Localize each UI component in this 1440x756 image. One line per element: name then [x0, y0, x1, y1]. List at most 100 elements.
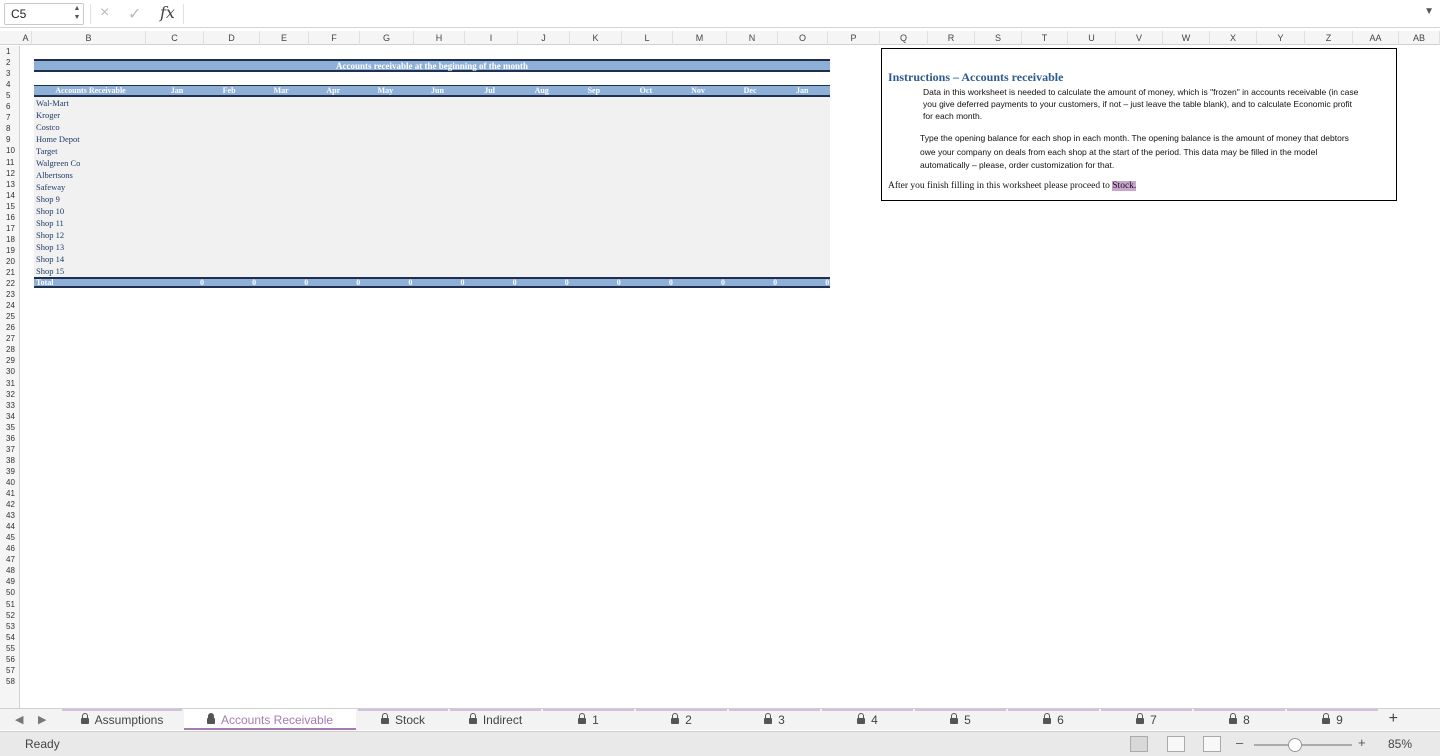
- total-value[interactable]: 0: [288, 278, 308, 287]
- month-header[interactable]: Jan: [778, 86, 826, 96]
- column-header[interactable]: A: [20, 31, 32, 45]
- shop-row-label[interactable]: Safeway: [36, 181, 65, 193]
- column-header[interactable]: X: [1210, 31, 1257, 45]
- column-header[interactable]: E: [260, 31, 309, 45]
- month-header[interactable]: Jul: [466, 86, 514, 96]
- month-header[interactable]: Jan: [153, 86, 201, 96]
- row-header[interactable]: 41: [0, 488, 20, 499]
- total-value[interactable]: 0: [445, 278, 465, 287]
- row-header[interactable]: 9: [0, 134, 20, 145]
- scroll-tabs-right-icon[interactable]: ▶: [38, 713, 46, 726]
- sheet-tab[interactable]: 4: [822, 709, 913, 730]
- row-header[interactable]: 31: [0, 378, 20, 389]
- normal-view-icon[interactable]: [1130, 736, 1148, 752]
- month-header[interactable]: Sep: [570, 86, 618, 96]
- shop-row-label[interactable]: Shop 11: [36, 217, 64, 229]
- row-header[interactable]: 19: [0, 245, 20, 256]
- shop-row-label[interactable]: Shop 15: [36, 265, 64, 277]
- row-header[interactable]: 22: [0, 278, 20, 289]
- row-header[interactable]: 2: [0, 57, 20, 68]
- row-header[interactable]: 46: [0, 543, 20, 554]
- column-header[interactable]: U: [1068, 31, 1116, 45]
- row-header[interactable]: 38: [0, 455, 20, 466]
- row-header[interactable]: 58: [0, 676, 20, 687]
- row-header[interactable]: 10: [0, 145, 20, 156]
- row-header[interactable]: 17: [0, 223, 20, 234]
- zoom-slider-thumb[interactable]: [1288, 738, 1302, 752]
- column-header[interactable]: V: [1116, 31, 1163, 45]
- row-header[interactable]: 33: [0, 400, 20, 411]
- row-header[interactable]: 14: [0, 190, 20, 201]
- column-header[interactable]: R: [928, 31, 975, 45]
- row-header[interactable]: 26: [0, 322, 20, 333]
- month-header[interactable]: Jun: [414, 86, 462, 96]
- row-header[interactable]: 47: [0, 554, 20, 565]
- row-header[interactable]: 45: [0, 532, 20, 543]
- shop-row-label[interactable]: Wal-Mart: [36, 97, 69, 109]
- column-header[interactable]: Z: [1305, 31, 1353, 45]
- column-header[interactable]: F: [309, 31, 360, 45]
- shop-row-label[interactable]: Shop 13: [36, 241, 64, 253]
- column-header[interactable]: W: [1163, 31, 1210, 45]
- stock-link[interactable]: Stock.: [1112, 181, 1137, 191]
- total-value[interactable]: 0: [653, 278, 673, 287]
- shop-row-label[interactable]: Kroger: [36, 109, 60, 121]
- column-header[interactable]: D: [204, 31, 260, 45]
- total-value[interactable]: 0: [392, 278, 412, 287]
- zoom-level[interactable]: 85%: [1388, 737, 1412, 751]
- row-header[interactable]: 54: [0, 632, 20, 643]
- sheet-tab[interactable]: Stock: [358, 709, 448, 730]
- shop-row-label[interactable]: Costco: [36, 121, 60, 133]
- row-header[interactable]: 30: [0, 366, 20, 377]
- total-value[interactable]: 0: [340, 278, 360, 287]
- shop-row-label[interactable]: Shop 14: [36, 253, 64, 265]
- month-header[interactable]: Mar: [257, 86, 305, 96]
- total-label[interactable]: Total: [36, 278, 54, 287]
- row-header[interactable]: 6: [0, 101, 20, 112]
- column-header[interactable]: M: [673, 31, 727, 45]
- row-header[interactable]: 40: [0, 477, 20, 488]
- month-header[interactable]: May: [361, 86, 409, 96]
- row-header[interactable]: 1: [0, 46, 20, 57]
- row-header[interactable]: 29: [0, 355, 20, 366]
- worksheet-grid[interactable]: Accounts receivable at the beginning of …: [21, 46, 1440, 708]
- column-header[interactable]: AA: [1353, 31, 1399, 45]
- row-header[interactable]: 16: [0, 212, 20, 223]
- row-header[interactable]: 50: [0, 587, 20, 598]
- add-sheet-icon[interactable]: +: [1389, 710, 1398, 728]
- row-header[interactable]: 37: [0, 444, 20, 455]
- row-header[interactable]: 24: [0, 300, 20, 311]
- shop-row-label[interactable]: Shop 12: [36, 229, 64, 241]
- column-header[interactable]: T: [1022, 31, 1068, 45]
- column-header[interactable]: H: [414, 31, 465, 45]
- column-header[interactable]: L: [622, 31, 673, 45]
- month-header[interactable]: Dec: [726, 86, 774, 96]
- sheet-tab[interactable]: 9: [1287, 709, 1378, 730]
- row-header[interactable]: 43: [0, 510, 20, 521]
- confirm-icon[interactable]: ✓: [128, 4, 141, 24]
- month-header[interactable]: Apr: [309, 86, 357, 96]
- shop-row-label[interactable]: Target: [36, 145, 57, 157]
- row-header[interactable]: 28: [0, 344, 20, 355]
- total-value[interactable]: 0: [757, 278, 777, 287]
- sheet-tab[interactable]: 2: [636, 709, 727, 730]
- column-header[interactable]: Y: [1257, 31, 1305, 45]
- sheet-tab[interactable]: Assumptions: [62, 709, 182, 730]
- sheet-tab[interactable]: 8: [1194, 709, 1285, 730]
- month-header[interactable]: Oct: [622, 86, 670, 96]
- zoom-in-button[interactable]: +: [1358, 735, 1366, 750]
- column-header[interactable]: I: [465, 31, 518, 45]
- row-header[interactable]: 12: [0, 168, 20, 179]
- total-value[interactable]: 0: [705, 278, 725, 287]
- row-header[interactable]: 27: [0, 333, 20, 344]
- row-header[interactable]: 39: [0, 466, 20, 477]
- header-accounts-receivable[interactable]: Accounts Receivable: [34, 86, 147, 96]
- scroll-tabs-left-icon[interactable]: ◀: [15, 713, 23, 726]
- shop-row-label[interactable]: Home Depot: [36, 133, 80, 145]
- row-header[interactable]: 56: [0, 654, 20, 665]
- table-body[interactable]: Wal-Mart Kroger Costco Home Depot Target Walg…: [34, 97, 830, 277]
- sheet-tab[interactable]: Indirect: [450, 709, 541, 730]
- row-header[interactable]: 20: [0, 256, 20, 267]
- name-box-stepper-icon[interactable]: ▲ ▼: [72, 4, 82, 22]
- row-header[interactable]: 52: [0, 610, 20, 621]
